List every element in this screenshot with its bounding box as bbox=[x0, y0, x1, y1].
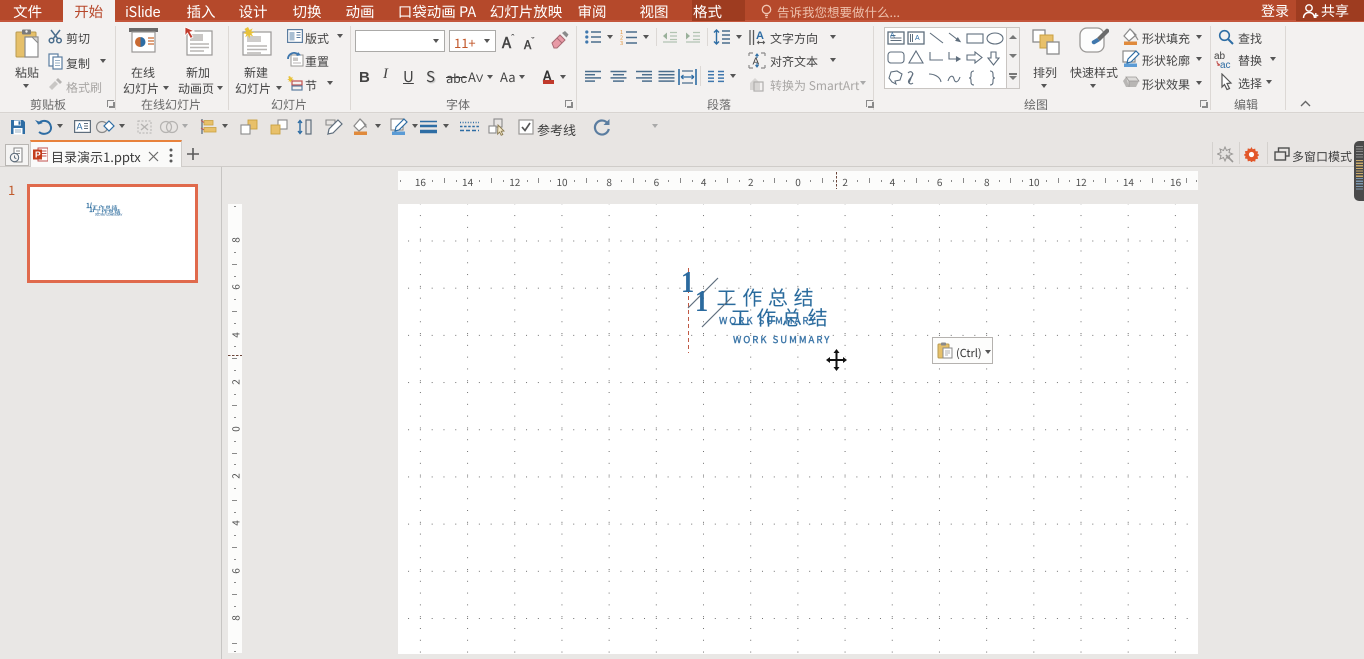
svg-text:A: A bbox=[756, 30, 764, 42]
svg-text:3: 3 bbox=[620, 39, 623, 45]
svg-text:P: P bbox=[35, 150, 41, 160]
svg-text:A: A bbox=[890, 33, 895, 40]
svg-text:A: A bbox=[915, 35, 920, 42]
svg-text:ac: ac bbox=[1220, 60, 1231, 69]
svg-text:A: A bbox=[77, 122, 83, 132]
